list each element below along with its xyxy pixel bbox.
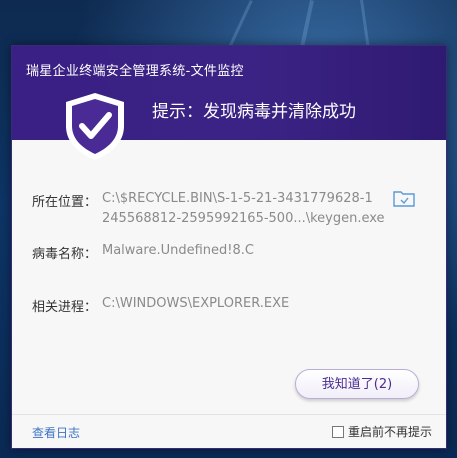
open-folder-icon[interactable] — [393, 189, 415, 207]
location-value: C:\$RECYCLE.BIN\S-1-5-21-3431779628-1 24… — [102, 189, 385, 229]
no-remind-label: 重启前不再提示 — [348, 425, 433, 439]
location-path-line-2: 245568812-2595992165-500...\keygen.exe — [102, 211, 385, 226]
location-label: 所在位置： — [32, 195, 98, 210]
process-value: C:\WINDOWS\EXPLORER.EXE — [102, 296, 290, 311]
footer-divider — [12, 414, 446, 415]
window-title: 瑞星企业终端安全管理系统-文件监控 — [26, 64, 244, 79]
view-log-link[interactable]: 查看日志 — [32, 424, 80, 441]
no-remind-option[interactable]: 重启前不再提示 — [332, 423, 432, 440]
location-path-line-1: C:\$RECYCLE.BIN\S-1-5-21-3431779628-1 — [102, 191, 373, 206]
notice-message: 提示：发现病毒并清除成功 — [152, 102, 356, 122]
process-label: 相关进程： — [32, 300, 98, 315]
virus-name-value: Malware.Undefined!8.C — [102, 243, 254, 258]
virus-alert-dialog: 瑞星企业终端安全管理系统-文件监控 提示：发现病毒并清除成功 所在位置： C:\… — [11, 45, 447, 449]
dialog-header: 瑞星企业终端安全管理系统-文件监控 提示：发现病毒并清除成功 — [12, 46, 446, 160]
virus-name-label: 病毒名称： — [32, 247, 98, 262]
no-remind-checkbox[interactable] — [332, 426, 344, 438]
acknowledge-button[interactable]: 我知道了(2) — [295, 369, 419, 399]
shield-check-icon — [66, 93, 124, 160]
